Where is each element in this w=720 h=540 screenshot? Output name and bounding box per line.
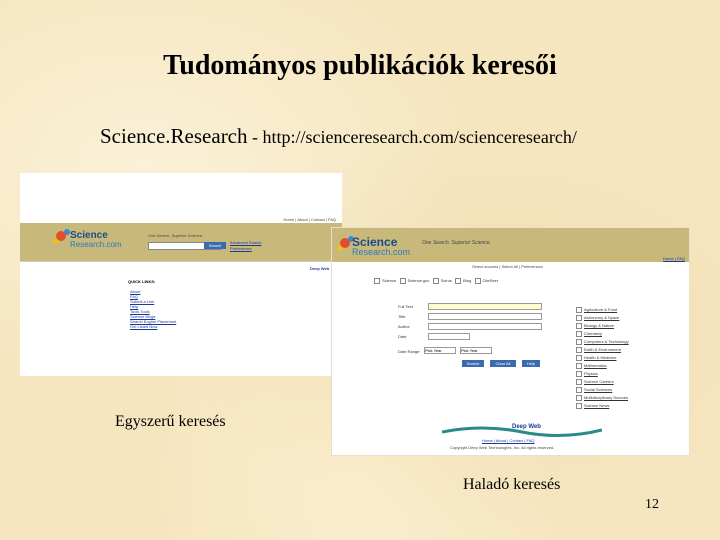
- source-checkbox[interactable]: [399, 278, 406, 284]
- date-input[interactable]: [428, 333, 470, 340]
- advanced-tagline: One Search. Superior Science.: [422, 240, 491, 246]
- caption-simple-search: Egyszerű keresés: [115, 413, 226, 430]
- caption-advanced-search: Haladó keresés: [463, 476, 561, 493]
- advanced-search-screenshot: Science Research.com One Search. Superio…: [332, 228, 689, 455]
- author-input[interactable]: [428, 323, 542, 330]
- source-checkbox[interactable]: [455, 278, 462, 284]
- divider: [20, 261, 342, 262]
- search-button[interactable]: Search: [462, 360, 484, 367]
- date-from-select[interactable]: Pick Year: [424, 347, 456, 354]
- advanced-logo: Science Research.com: [352, 236, 410, 257]
- side-link-advanced[interactable]: Advanced Search: [230, 240, 262, 245]
- quick-link[interactable]: Get Listed Now: [130, 324, 157, 329]
- top-right-link[interactable]: Home | FAQ: [663, 256, 685, 261]
- side-link-preferences[interactable]: Preferences: [230, 246, 252, 251]
- category-item[interactable]: Computers & Technology: [576, 339, 629, 345]
- clear-all-button[interactable]: Clear All: [490, 360, 516, 367]
- simple-search-screenshot: Home | About | Contact | FAQ Science Res…: [20, 173, 342, 376]
- category-item[interactable]: Science News: [576, 403, 609, 409]
- molecule-logo-icon: [56, 231, 66, 241]
- simple-search-button[interactable]: Search: [204, 242, 226, 249]
- field-label: Full Text: [398, 304, 413, 309]
- footer-copy: Copyright Deep Web Technologies, Inc. Al…: [450, 445, 555, 450]
- category-item[interactable]: Agriculture & Food: [576, 307, 617, 313]
- quick-links-heading: QUICK LINKS:: [128, 279, 156, 284]
- category-item[interactable]: Chemistry: [576, 331, 602, 337]
- footer-links[interactable]: Home | About | Contact | FAQ: [482, 438, 534, 443]
- tabs-line[interactable]: Select sources | Select All | Preference…: [472, 264, 543, 269]
- title-input[interactable]: [428, 313, 542, 320]
- subtitle-main: Science.Research: [100, 124, 248, 148]
- full-text-input[interactable]: [428, 303, 542, 310]
- category-item[interactable]: Mathematics: [576, 363, 607, 369]
- date-range-label: Date Range:: [398, 349, 421, 354]
- logo-sub: Research.com: [70, 240, 122, 249]
- page-number: 12: [645, 497, 659, 512]
- field-label: Author: [398, 324, 410, 329]
- slide-subtitle: Science.Research - http://scienceresearc…: [100, 124, 577, 149]
- category-item[interactable]: Social Sciences: [576, 387, 612, 393]
- category-item[interactable]: Multidisciplinary Sources: [576, 395, 628, 401]
- category-item[interactable]: Biology & Nature: [576, 323, 614, 329]
- date-to-select[interactable]: Pick Year: [460, 347, 492, 354]
- category-item[interactable]: Astronomy & Space: [576, 315, 619, 321]
- category-item[interactable]: Health & Medicine: [576, 355, 616, 361]
- logo-sub: Research.com: [352, 247, 411, 257]
- source-checkbox[interactable]: [374, 278, 380, 284]
- category-item[interactable]: Science Careers: [576, 379, 614, 385]
- help-button[interactable]: Help: [522, 360, 540, 367]
- top-links: Home | About | Contact | FAQ: [283, 217, 336, 222]
- simple-logo: Science Research.com: [70, 231, 122, 249]
- slide-title: Tudományos publikációk keresői: [163, 50, 557, 81]
- field-label: Date: [398, 334, 407, 339]
- subtitle-url: - http://scienceresearch.com/sciencerese…: [247, 127, 577, 147]
- source-row: Science Science.gov Scirus Bing CiteSeer: [374, 278, 498, 284]
- category-item[interactable]: Earth & Environment: [576, 347, 621, 353]
- deep-web-badge: Deep Web: [310, 266, 330, 271]
- footer-logo-text: Deep Web: [512, 424, 541, 430]
- category-item[interactable]: Physics: [576, 371, 598, 377]
- molecule-logo-icon: [340, 238, 350, 248]
- simple-tagline: One Search. Superior Science.: [148, 233, 204, 238]
- source-checkbox[interactable]: [432, 278, 439, 284]
- source-checkbox[interactable]: [474, 278, 481, 284]
- field-label: Title: [398, 314, 406, 319]
